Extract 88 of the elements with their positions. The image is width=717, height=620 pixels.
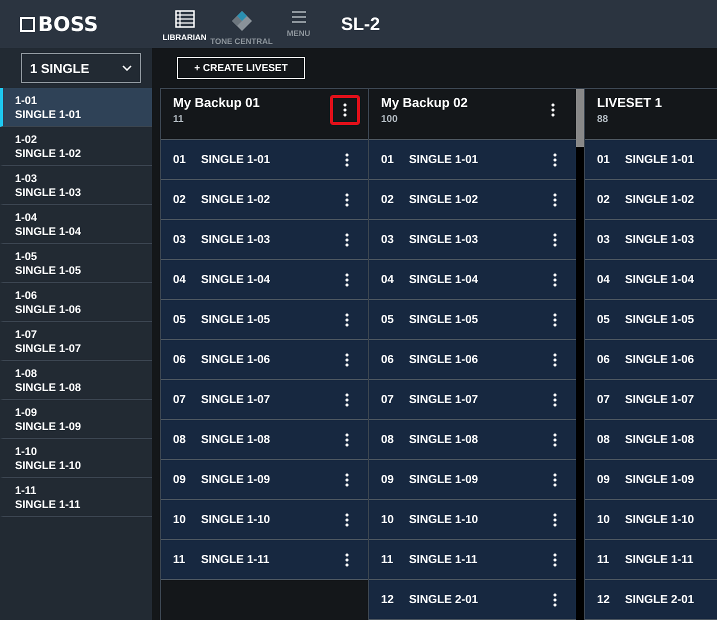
table-icon (174, 10, 194, 28)
liveset-row[interactable]: 04 SINGLE 1-04 (161, 260, 368, 300)
liveset-row[interactable]: 07 SINGLE 1-07 (369, 380, 576, 420)
more-icon[interactable] (553, 592, 557, 606)
liveset-row[interactable]: 11 SINGLE 1-11 (369, 540, 576, 580)
liveset-row[interactable]: 01 SINGLE 1-01 (585, 140, 717, 180)
liveset-row[interactable]: 02 SINGLE 1-02 (161, 180, 368, 220)
patch-list-item[interactable]: 1-07 SINGLE 1-07 (0, 322, 152, 361)
scrollbar[interactable] (576, 89, 584, 620)
liveset-title: My Backup 01 (173, 95, 260, 110)
liveset-row[interactable]: 06 SINGLE 1-06 (585, 340, 717, 380)
patch-count: 88 (597, 114, 610, 125)
more-icon[interactable] (345, 512, 349, 526)
diamond-icon (230, 10, 252, 32)
brand-logo: BOSS (20, 12, 140, 36)
patch-count: 11 (173, 114, 185, 125)
more-icon[interactable] (345, 312, 349, 326)
liveset-row[interactable]: 08 SINGLE 1-08 (585, 420, 717, 460)
nav-tab[interactable]: MENU (270, 2, 327, 46)
liveset-row[interactable]: 02 SINGLE 1-02 (369, 180, 576, 220)
liveset-row[interactable]: 11 SINGLE 1-11 (585, 540, 717, 580)
patch-count: 100 (381, 114, 399, 125)
menu-icon (290, 10, 306, 24)
patch-list-item[interactable]: 1-11 SINGLE 1-11 (0, 478, 152, 517)
patch-list-item[interactable]: 1-02 SINGLE 1-02 (0, 127, 152, 166)
liveset-title: LIVESET 1 (597, 95, 662, 110)
liveset-row[interactable]: 05 SINGLE 1-05 (369, 300, 576, 340)
more-icon[interactable] (553, 432, 557, 446)
liveset-row[interactable]: 06 SINGLE 1-06 (161, 340, 368, 380)
more-icon[interactable] (345, 352, 349, 366)
liveset-row[interactable]: 01 SINGLE 1-01 (369, 140, 576, 180)
liveset-row[interactable]: 09 SINGLE 1-09 (369, 460, 576, 500)
more-icon[interactable] (345, 272, 349, 286)
patch-list-item[interactable]: 1-09 SINGLE 1-09 (0, 400, 152, 439)
patch-list-item[interactable]: 1-08 SINGLE 1-08 (0, 361, 152, 400)
liveset-row[interactable]: 03 SINGLE 1-03 (161, 220, 368, 260)
chevron-icon (122, 65, 132, 71)
more-icon[interactable] (343, 103, 347, 117)
more-icon[interactable] (345, 392, 349, 406)
patch-list-item[interactable]: 1-06 SINGLE 1-06 (0, 283, 152, 322)
more-icon[interactable] (345, 192, 349, 206)
more-icon[interactable] (553, 312, 557, 326)
liveset-row[interactable]: 03 SINGLE 1-03 (369, 220, 576, 260)
patch-list-item[interactable]: 1-03 SINGLE 1-03 (0, 166, 152, 205)
liveset-row[interactable]: 07 SINGLE 1-07 (161, 380, 368, 420)
more-icon[interactable] (345, 432, 349, 446)
more-icon[interactable] (553, 272, 557, 286)
patch-list-item[interactable]: 1-04 SINGLE 1-04 (0, 205, 152, 244)
more-icon[interactable] (345, 472, 349, 486)
liveset-row[interactable]: 01 SINGLE 1-01 (161, 140, 368, 180)
more-icon[interactable] (553, 472, 557, 486)
liveset-row[interactable]: 11 SINGLE 1-11 (161, 540, 368, 580)
liveset-row[interactable]: 05 SINGLE 1-05 (161, 300, 368, 340)
liveset-row[interactable]: 12 SINGLE 2-01 (585, 580, 717, 620)
more-icon[interactable] (551, 103, 555, 117)
liveset-row[interactable]: 09 SINGLE 1-09 (585, 460, 717, 500)
liveset-row[interactable]: 04 SINGLE 1-04 (369, 260, 576, 300)
more-icon[interactable] (553, 352, 557, 366)
liveset-row[interactable]: 02 SINGLE 1-02 (585, 180, 717, 220)
patch-list-item[interactable]: 1-01 SINGLE 1-01 (0, 88, 152, 127)
liveset-row[interactable]: 06 SINGLE 1-06 (369, 340, 576, 380)
liveset-row[interactable]: 09 SINGLE 1-09 (161, 460, 368, 500)
more-icon[interactable] (345, 152, 349, 166)
more-icon[interactable] (553, 232, 557, 246)
patch-list-item[interactable]: 1-05 SINGLE 1-05 (0, 244, 152, 283)
liveset-row[interactable]: 10 SINGLE 1-10 (585, 500, 717, 540)
more-icon[interactable] (345, 232, 349, 246)
liveset-row[interactable]: 04 SINGLE 1-04 (585, 260, 717, 300)
more-icon[interactable] (553, 512, 557, 526)
liveset-row[interactable]: 10 SINGLE 1-10 (161, 500, 368, 540)
liveset-title: My Backup 02 (381, 95, 468, 110)
device-title: SL-2 (341, 14, 380, 34)
liveset-row[interactable]: 10 SINGLE 1-10 (369, 500, 576, 540)
liveset-row[interactable]: 08 SINGLE 1-08 (369, 420, 576, 460)
more-icon[interactable] (345, 552, 349, 566)
liveset-row[interactable]: 12 SINGLE 2-01 (369, 580, 576, 620)
liveset-row[interactable]: 08 SINGLE 1-08 (161, 420, 368, 460)
menu-button[interactable] (330, 95, 360, 125)
bank-dropdown[interactable]: 1 SINGLE (21, 53, 141, 83)
liveset-row[interactable]: 05 SINGLE 1-05 (585, 300, 717, 340)
more-icon[interactable] (553, 192, 557, 206)
liveset-row[interactable]: 07 SINGLE 1-07 (585, 380, 717, 420)
create-liveset-button[interactable]: + CREATE LIVESET (177, 57, 305, 79)
more-icon[interactable] (553, 152, 557, 166)
liveset-row[interactable]: 03 SINGLE 1-03 (585, 220, 717, 260)
patch-list-item[interactable]: 1-10 SINGLE 1-10 (0, 439, 152, 478)
more-icon[interactable] (553, 392, 557, 406)
more-icon[interactable] (553, 552, 557, 566)
